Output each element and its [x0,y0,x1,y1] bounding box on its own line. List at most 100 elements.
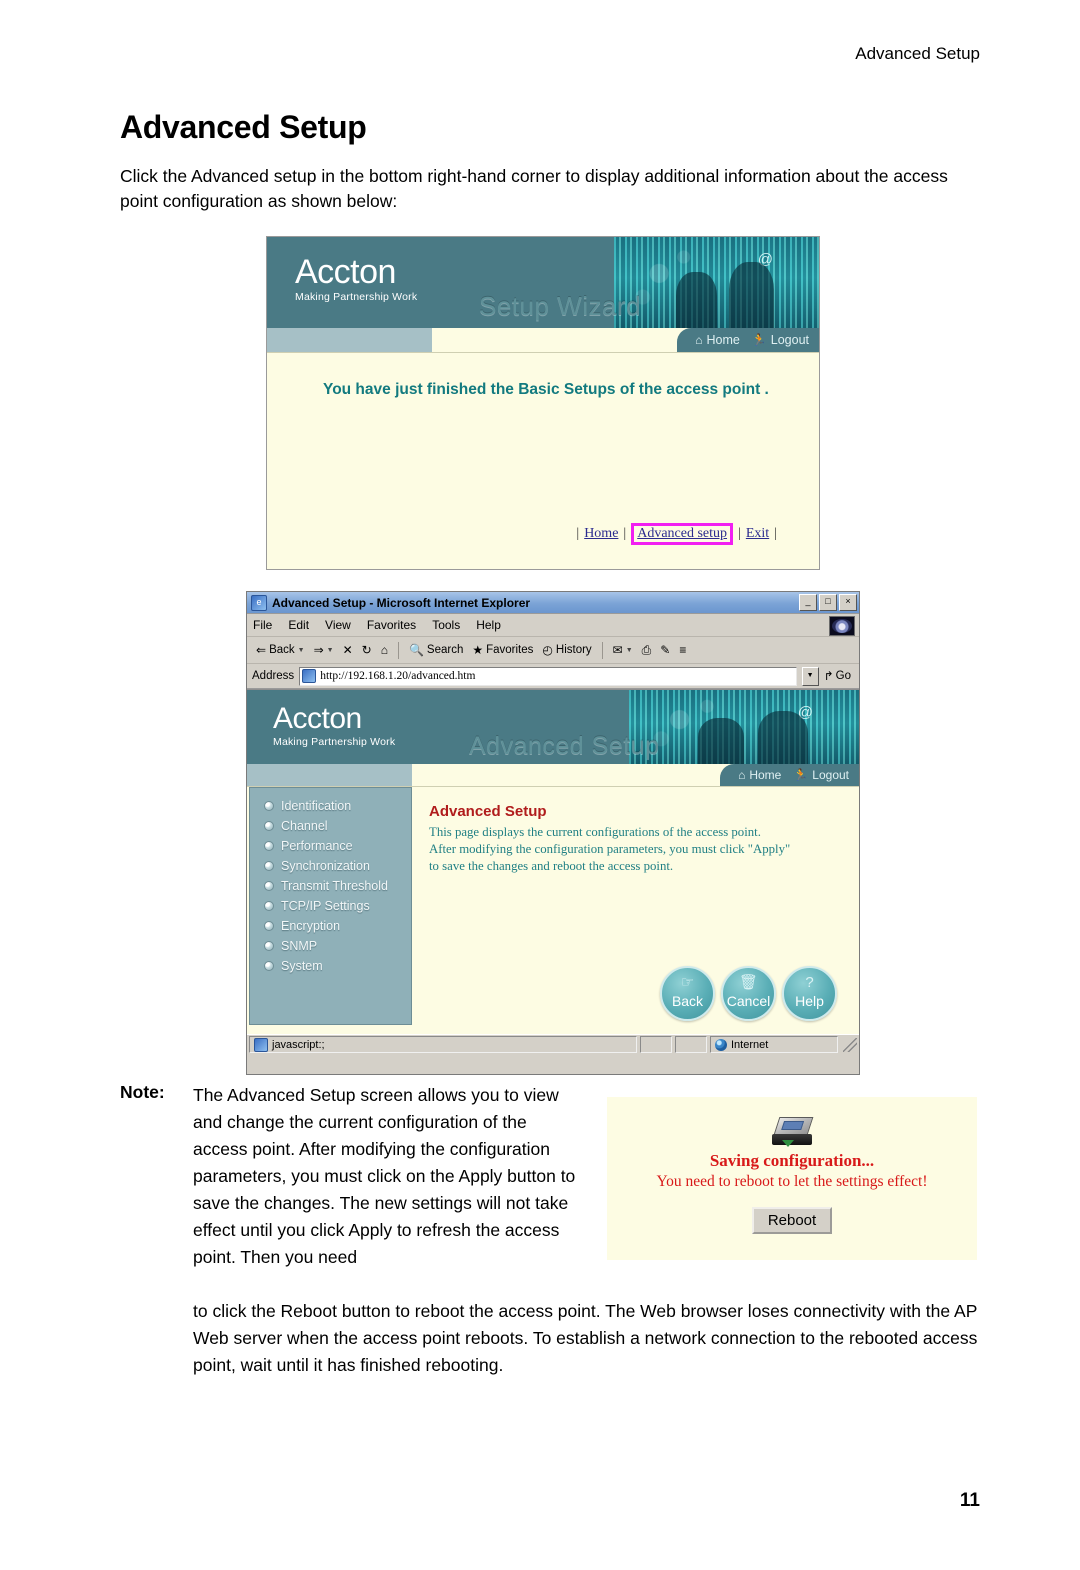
menu-favorites[interactable]: Favorites [367,618,416,632]
link-separator-1: | [623,526,627,541]
menu-file[interactable]: File [253,618,272,632]
advanced-main: Identification Channel Performance Synch… [247,787,859,1034]
menu-help[interactable]: Help [476,618,501,632]
sidebar-label-identification: Identification [281,799,352,813]
search-icon: 🔍 [408,643,424,657]
menu-edit[interactable]: Edit [288,618,309,632]
sidebar-item-channel[interactable]: Channel [250,816,411,836]
browser-address-bar: Address http://192.168.1.20/advanced.htm… [247,664,859,689]
sidebar-label-encryption: Encryption [281,919,341,933]
sidebar-item-performance[interactable]: Performance [250,836,411,856]
page-icon-status [254,1037,268,1052]
bullet-icon [264,941,274,951]
page-icon [302,669,317,683]
toolbar-mail-button[interactable]: ✉ ▼ [610,643,636,657]
menu-view[interactable]: View [325,618,351,632]
help-button[interactable]: ? Help [782,966,837,1021]
sidebar-item-system[interactable]: System [250,956,411,976]
address-dropdown-button[interactable]: ▼ [801,666,819,686]
link-separator-open: | [576,526,580,541]
back-button[interactable]: ☞ Back [660,966,715,1021]
advanced-description-line-2: After modifying the configuration parame… [429,842,791,856]
sidebar-label-transmit-threshold: Transmit Threshold [281,879,388,893]
saving-heading: Saving configuration... [709,1151,875,1170]
advanced-description-line-3: to save the changes and reboot the acces… [429,859,674,873]
pointing-hand-icon: ☞ [680,974,695,991]
bullet-icon [264,841,274,851]
security-zone-cell: Internet [710,1036,838,1053]
accton-logo: Accton Making Partnership Work [295,255,417,303]
toolbar-refresh-button[interactable]: ↻ [359,643,375,657]
history-clock-icon: ◴ [542,643,553,657]
minimize-button[interactable]: _ [799,594,817,611]
advanced-setup-link[interactable]: Advanced setup [637,526,727,541]
link-separator-2: | [738,526,741,541]
toolbar-print-button[interactable]: ⎙ [639,643,655,657]
maximize-button[interactable]: □ [819,594,837,611]
go-button[interactable]: ↱ Go [824,670,854,682]
toolbar-discuss-button[interactable]: ≡ [676,643,689,657]
sidebar-label-channel: Channel [281,819,328,833]
chevron-down-icon-forward[interactable]: ▼ [327,647,334,654]
toolbar-history-button[interactable]: ◴ History [539,643,594,657]
saving-configuration-dialog: Saving configuration... You need to rebo… [607,1097,977,1260]
advanced-logout-label: Logout [812,768,849,782]
advanced-setup-browser-screenshot: e Advanced Setup - Microsoft Internet Ex… [246,591,860,1075]
sidebar-label-performance: Performance [281,839,353,853]
favorites-star-icon: ★ [472,643,484,657]
toolbar-edit-button[interactable]: ✎ [657,643,673,657]
advanced-logout-link[interactable]: 🏃 Logout [793,768,849,782]
toolbar-back-button[interactable]: ⇐ Back ▼ [253,643,308,657]
sidebar-item-identification[interactable]: Identification [250,796,411,816]
status-message-cell: javascript:; [249,1036,637,1053]
page-title: Advanced Setup [120,109,367,146]
bullet-icon [264,821,274,831]
toolbar-forward-button[interactable]: ⇒ ▼ [311,643,337,657]
accton-logo-tagline: Making Partnership Work [295,291,418,303]
toolbar-favorites-button[interactable]: ★ Favorites [469,643,536,657]
edit-icon: ✎ [660,643,671,657]
resize-grip[interactable] [843,1037,857,1052]
ie-window-icon: e [251,594,267,611]
chevron-down-icon-mail[interactable]: ▼ [626,647,633,654]
bullet-icon [264,901,274,911]
sidebar-item-snmp[interactable]: SNMP [250,936,411,956]
address-input[interactable]: http://192.168.1.20/advanced.htm [299,666,797,686]
sidebar-item-encryption[interactable]: Encryption [250,916,411,936]
wizard-exit-link[interactable]: Exit [746,526,769,542]
advanced-banner-title: Advanced Setup [469,732,660,760]
trash-can-icon: 🗑 [738,974,759,991]
wizard-home-footer-link[interactable]: Home [584,526,618,542]
wizard-home-link[interactable]: ⌂ Home [695,333,740,347]
back-button-label: Back [671,993,704,1009]
advanced-home-label: Home [749,768,782,782]
internet-globe-icon [715,1038,727,1051]
close-button[interactable]: × [839,594,857,611]
toolbar-search-button[interactable]: 🔍 Search [406,643,466,657]
reboot-button[interactable]: Reboot [751,1207,833,1234]
wizard-logout-link[interactable]: 🏃 Logout [752,333,809,347]
advanced-setup-highlight-box: Advanced setup [631,523,734,545]
cancel-button[interactable]: 🗑 Cancel [721,966,776,1021]
toolbar-home-button[interactable]: ⌂ [378,643,391,657]
home-icon-advanced: ⌂ [738,768,746,782]
advanced-home-link[interactable]: ⌂ Home [738,768,781,782]
menu-tools[interactable]: Tools [432,618,460,632]
toolbar-stop-button[interactable]: ✕ [340,643,356,657]
navbar-links: ⌂ Home 🏃 Logout [677,328,819,352]
toolbar-history-label: History [555,644,592,656]
wizard-navbar: ⌂ Home 🏃 Logout [267,328,819,353]
logout-runner-icon: 🏃 [751,333,767,347]
banner-artwork: @ [614,237,819,328]
home-icon: ⌂ [380,643,388,657]
wizard-banner: @ Accton Making Partnership Work Setup W… [267,237,819,328]
sidebar-item-tcpip-settings[interactable]: TCP/IP Settings [250,896,411,916]
accton-logo-tagline-advanced: Making Partnership Work [273,736,396,748]
address-label: Address [252,670,295,682]
chevron-down-icon[interactable]: ▼ [298,647,305,654]
sidebar-item-transmit-threshold[interactable]: Transmit Threshold [250,876,411,896]
question-mark-icon: ? [805,974,814,991]
sidebar-item-synchronization[interactable]: Synchronization [250,856,411,876]
back-arrow-icon: ⇐ [256,643,267,657]
wizard-footer-links: | Home | Advanced setup | Exit | [576,523,777,545]
